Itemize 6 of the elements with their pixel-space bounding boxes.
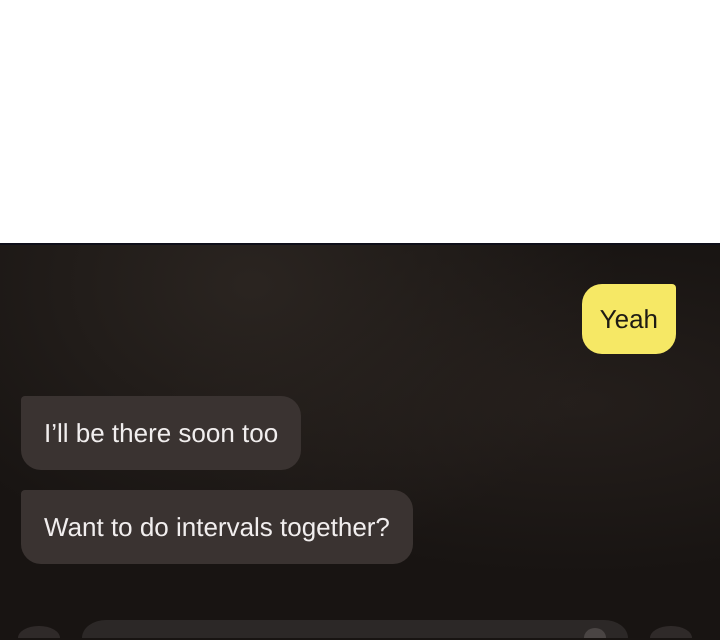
message-input-field[interactable] bbox=[82, 620, 628, 638]
received-message-bubble: I’ll be there soon too bbox=[21, 396, 302, 470]
round-button[interactable] bbox=[18, 626, 60, 638]
received-message-bubble: Want to do intervals together? bbox=[21, 490, 413, 564]
round-button[interactable] bbox=[650, 626, 692, 638]
sent-message-bubble: Yeah bbox=[582, 284, 676, 354]
